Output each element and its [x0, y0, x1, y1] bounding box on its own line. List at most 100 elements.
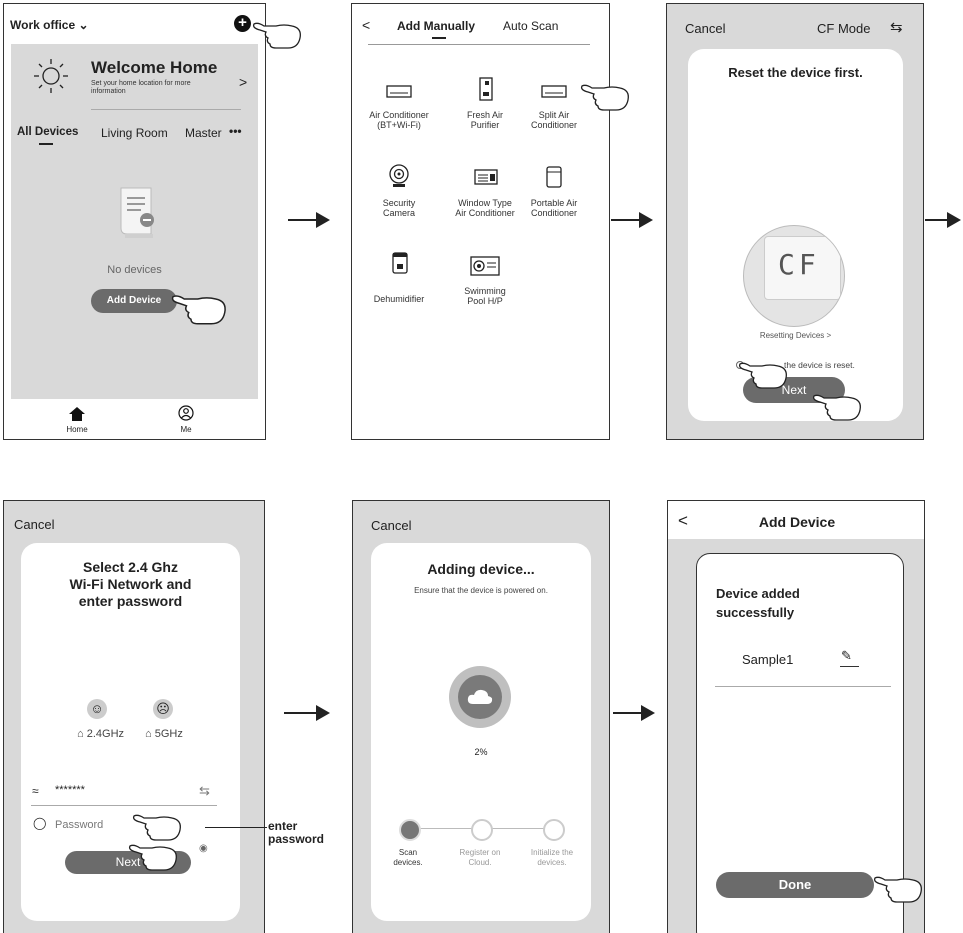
dehumidifier-icon[interactable] [392, 252, 408, 274]
tab-master[interactable]: Master [185, 126, 222, 140]
band-24ghz: ⌂ 2.4GHz [77, 728, 125, 740]
tab-auto-scan[interactable]: Auto Scan [503, 19, 558, 33]
welcome-title: Welcome Home [91, 58, 218, 77]
profile-icon[interactable] [178, 405, 194, 421]
switch-icon[interactable]: ⇆ [890, 18, 903, 36]
confirm-text: the device is reset. [784, 360, 855, 370]
progress-percent: 2% [474, 747, 488, 757]
pointing-hand-icon [812, 394, 861, 421]
document-icon [120, 187, 154, 238]
step-label: Scan devices. [393, 848, 423, 867]
back-icon[interactable]: < [362, 17, 370, 33]
home-icon[interactable] [69, 407, 85, 421]
adding-subtitle: Ensure that the device is powered on. [414, 586, 548, 595]
tab-indicator [432, 37, 446, 39]
location-selector[interactable]: Work office ⌄ [10, 18, 89, 32]
eye-icon[interactable]: ◉ [199, 843, 208, 854]
add-circle-icon[interactable]: + [234, 15, 251, 32]
screen-home: Work office ⌄ + Welcome Home Set your ho… [3, 3, 266, 440]
display-illustration: CF [743, 225, 845, 327]
router-icon: ⌂ [77, 728, 84, 740]
cf-mode-button[interactable]: CF Mode [817, 21, 870, 36]
add-device-button[interactable]: Add Device [91, 289, 177, 313]
cloud-icon [467, 689, 493, 704]
device-label: Portable Air Conditioner [530, 198, 578, 218]
screen-add-manually: < Add Manually Auto Scan Air Conditioner… [351, 3, 610, 440]
switch-network-icon[interactable]: ⇆ [199, 783, 210, 799]
pointing-hand-icon [171, 295, 226, 325]
bottom-nav: Home Me [4, 400, 264, 439]
ssid-field[interactable]: ******* [55, 784, 85, 796]
smile-icon: ☺ [87, 699, 107, 719]
pencil-underline [840, 666, 859, 667]
nav-me[interactable]: Me [171, 425, 201, 434]
band-5ghz: ⌂ 5GHz [145, 728, 183, 740]
page-title: Add Device [758, 514, 836, 530]
pool-heat-pump-icon[interactable] [470, 256, 500, 276]
success-message: Device added successfully [716, 586, 800, 620]
chevron-right-icon[interactable]: > [239, 74, 247, 90]
annotation-label: enter password [268, 819, 325, 846]
scan-step-icon [399, 819, 421, 841]
adding-card: Adding device... Ensure that the device … [371, 543, 591, 921]
split-air-conditioner-icon[interactable] [541, 84, 567, 100]
pointing-hand-icon [252, 22, 301, 49]
wifi-icon: ≈ [32, 784, 39, 798]
reset-card: Reset the device first. CF Resetting Dev… [688, 49, 903, 421]
resetting-link[interactable]: Resetting Devices > [688, 331, 903, 340]
wifi-title: Select 2.4 Ghz Wi-Fi Network and enter pas… [69, 559, 192, 609]
home-panel: Welcome Home Set your home location for … [11, 44, 258, 399]
more-icon[interactable]: ••• [229, 124, 242, 138]
tab-living-room[interactable]: Living Room [101, 126, 168, 140]
reset-title: Reset the device first. [728, 65, 863, 80]
device-label: Swimming Pool H/P [464, 286, 506, 306]
device-label: Air Conditioner (BT+Wi-Fi) [369, 110, 429, 130]
initialize-step-icon [543, 819, 565, 841]
tab-all-devices[interactable]: All Devices [17, 126, 78, 138]
pointing-hand-icon [128, 844, 177, 871]
divider [91, 109, 241, 110]
lock-icon: ◯ [33, 816, 47, 830]
air-conditioner-icon[interactable] [386, 84, 412, 100]
tab-add-manually[interactable]: Add Manually [397, 19, 475, 33]
device-label: Security Camera [382, 198, 416, 218]
device-name: Sample1 [742, 652, 794, 667]
screen-adding: Cancel Adding device... Ensure that the … [352, 500, 610, 933]
portable-ac-icon[interactable] [546, 166, 562, 188]
flow-arrow [613, 705, 655, 721]
cancel-button[interactable]: Cancel [371, 518, 411, 533]
cancel-button[interactable]: Cancel [14, 517, 54, 532]
progress-ring [449, 666, 511, 728]
device-label: Split Air Conditioner [530, 110, 578, 130]
window-ac-icon[interactable] [474, 169, 498, 185]
empty-text: No devices [107, 264, 162, 276]
nav-home[interactable]: Home [62, 425, 92, 434]
air-purifier-icon[interactable] [479, 77, 493, 101]
tab-indicator [39, 143, 53, 145]
cancel-button[interactable]: Cancel [685, 21, 725, 36]
flow-arrow [611, 212, 653, 228]
cf-display: CF [778, 248, 820, 281]
done-button[interactable]: Done [716, 872, 874, 898]
pointing-hand-icon [132, 814, 181, 841]
password-input[interactable]: Password [55, 819, 103, 831]
screen-added: < Add Device Device added successfully Sa… [667, 500, 925, 933]
step-label: Register on Cloud. [459, 848, 501, 867]
device-label: Dehumidifier [373, 294, 425, 304]
sad-icon: ☹ [153, 699, 173, 719]
camera-icon[interactable] [388, 164, 410, 188]
flow-arrow [925, 212, 961, 228]
divider [368, 44, 590, 45]
divider [31, 805, 217, 806]
edit-pencil-icon[interactable]: ✎ [841, 648, 852, 664]
router-icon: ⌂ [145, 728, 152, 740]
divider [715, 686, 891, 687]
sun-icon [34, 59, 68, 93]
welcome-subtitle: Set your home location for more informat… [91, 80, 191, 95]
flow-arrow [284, 705, 330, 721]
annotation-line [205, 827, 267, 828]
step-label: Initialize the devices. [530, 848, 574, 867]
pointing-hand-icon [580, 84, 629, 111]
flow-arrow [288, 212, 330, 228]
pointing-hand-icon [873, 876, 922, 903]
